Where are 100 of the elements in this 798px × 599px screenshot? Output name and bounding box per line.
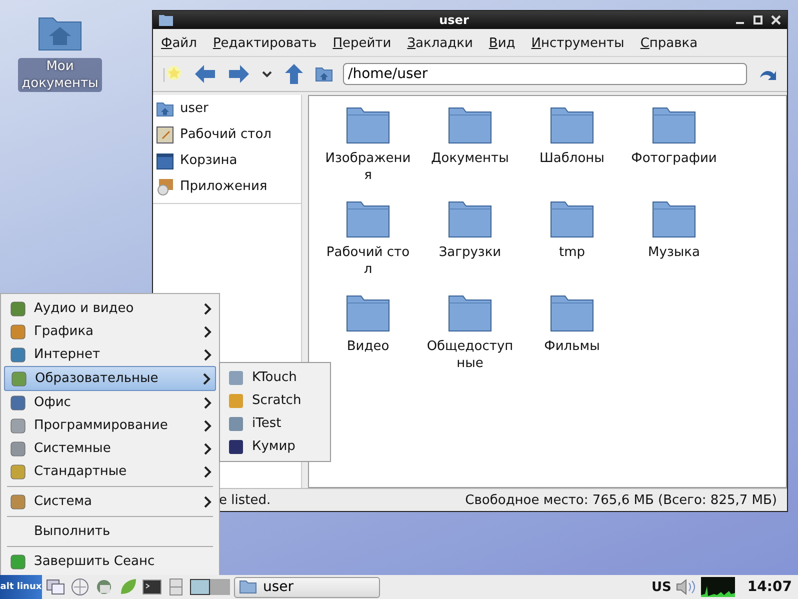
sidebar-item[interactable]: Приложения: [180, 179, 268, 194]
menu-item[interactable]: Редактировать: [212, 36, 317, 51]
folder-name[interactable]: Музыка: [630, 244, 718, 261]
menu-entry[interactable]: Стандартные: [4, 460, 216, 483]
folder-icon[interactable]: [652, 106, 696, 144]
chevron-right-icon: [203, 372, 211, 384]
app-icon: [10, 418, 26, 434]
app-icon: [10, 300, 26, 316]
desktop-icon-label[interactable]: Мои документы: [18, 58, 102, 92]
chevron-right-icon: [204, 466, 212, 478]
app-icon: [10, 554, 26, 570]
browser-icon[interactable]: [70, 578, 90, 596]
menu-entry[interactable]: Системные: [4, 437, 216, 460]
sidebar-item[interactable]: user: [180, 101, 208, 116]
menu-entry[interactable]: Графика: [4, 320, 216, 343]
folder-icon[interactable]: [550, 294, 594, 332]
folder-icon[interactable]: [448, 106, 492, 144]
menu-entry[interactable]: Офис: [4, 391, 216, 414]
menu-entry[interactable]: Интернет: [4, 343, 216, 366]
folder-name[interactable]: Общедоступные: [426, 338, 514, 372]
trash-icon[interactable]: [156, 152, 174, 170]
folder-name[interactable]: tmp: [528, 244, 616, 261]
menu-item[interactable]: Файл: [161, 36, 197, 51]
folder-icon: [239, 580, 257, 594]
windows-icon[interactable]: [46, 578, 66, 596]
chevron-right-icon: [204, 302, 212, 314]
box-with-disc-icon[interactable]: [156, 178, 174, 196]
desktop-switcher[interactable]: [210, 579, 230, 595]
folder-name[interactable]: Рабочий стол: [324, 244, 412, 278]
app-icon: [228, 416, 244, 432]
sidebar-item[interactable]: Корзина: [180, 153, 238, 168]
chevron-right-icon: [204, 326, 212, 338]
home-folder-icon[interactable]: [156, 100, 174, 116]
folder-icon[interactable]: [346, 106, 390, 144]
folder-icon: [159, 14, 173, 26]
menu-entry[interactable]: Выполнить: [4, 520, 216, 543]
forward-arrow-icon[interactable]: [227, 63, 251, 85]
menu-item[interactable]: Справка: [640, 36, 698, 51]
menu-item[interactable]: Инструменты: [531, 36, 624, 51]
folder-name[interactable]: Изображения: [324, 150, 412, 184]
folder-name[interactable]: Шаблоны: [528, 150, 616, 167]
cpu-graph-drawing[interactable]: [701, 577, 736, 597]
folder-name[interactable]: Видео: [324, 338, 412, 355]
folder-icon[interactable]: [346, 200, 390, 238]
folder-icon[interactable]: [448, 294, 492, 332]
start-button[interactable]: alt linux: [0, 575, 42, 599]
chevron-down-icon[interactable]: [261, 69, 273, 79]
menu-entry[interactable]: Аудио и видео: [4, 297, 216, 320]
free-space-text: Свободное место: 765,6 МБ (Всего: 825,7 МБ): [465, 492, 777, 508]
folder-icon[interactable]: [652, 200, 696, 238]
chevron-right-icon: [204, 348, 212, 360]
app-icon: [10, 394, 26, 410]
menu-item[interactable]: Закладки: [407, 36, 473, 51]
menu-item[interactable]: Перейти: [332, 36, 392, 51]
path-field[interactable]: /home/user: [343, 63, 747, 85]
menu-entry[interactable]: KTouch: [220, 366, 330, 389]
folder-name[interactable]: Фильмы: [528, 338, 616, 355]
terminal-icon[interactable]: [142, 578, 162, 596]
folder-icon[interactable]: [448, 200, 492, 238]
back-arrow-icon[interactable]: [193, 63, 217, 85]
up-arrow-icon[interactable]: [283, 62, 305, 86]
menu-entry[interactable]: iTest: [220, 412, 330, 435]
menu-entry[interactable]: Scratch: [220, 389, 330, 412]
app-icon: [10, 324, 26, 340]
desktop-switcher[interactable]: [190, 579, 210, 595]
chevron-right-icon: [204, 396, 212, 408]
app-icon: [228, 392, 244, 408]
menu-entry[interactable]: Кумир: [220, 435, 330, 458]
app-icon: [10, 494, 26, 510]
keyboard-layout-indicator[interactable]: US: [652, 580, 672, 594]
task-button[interactable]: user: [234, 576, 380, 598]
app-icon: [10, 464, 26, 480]
home-folder-icon[interactable]: [315, 66, 333, 82]
chevron-right-icon: [204, 420, 212, 432]
status-text: e listed.: [219, 492, 271, 508]
menu-entry[interactable]: Программирование: [4, 414, 216, 437]
sidebar-item[interactable]: Рабочий стол: [180, 127, 272, 142]
folder-name[interactable]: Загрузки: [426, 244, 514, 261]
folder-icon[interactable]: [550, 106, 594, 144]
app-icon: [228, 438, 244, 454]
speaker-icon[interactable]: [675, 578, 698, 596]
chevron-right-icon: [204, 442, 212, 454]
window-title: user: [438, 13, 470, 27]
menu-entry[interactable]: Завершить Сеанс: [4, 550, 216, 573]
menu-entry[interactable]: Система: [4, 490, 216, 513]
app-icon: [228, 370, 244, 386]
app-icon: [10, 440, 26, 456]
folder-name[interactable]: Фотографии: [630, 150, 718, 167]
menu-entry[interactable]: Образовательные: [4, 366, 216, 391]
folder-icon[interactable]: [346, 294, 390, 332]
app-icon: [10, 346, 26, 362]
folder-icon[interactable]: [550, 200, 594, 238]
star-icon[interactable]: [161, 63, 183, 85]
desktop-icon[interactable]: [156, 126, 174, 144]
close-icon[interactable]: [771, 15, 781, 25]
clock[interactable]: 14:07: [739, 579, 798, 595]
maximize-icon[interactable]: [753, 15, 763, 25]
chevron-right-icon: [204, 496, 212, 508]
folder-name[interactable]: Документы: [426, 150, 514, 167]
menu-item[interactable]: Вид: [488, 36, 516, 51]
